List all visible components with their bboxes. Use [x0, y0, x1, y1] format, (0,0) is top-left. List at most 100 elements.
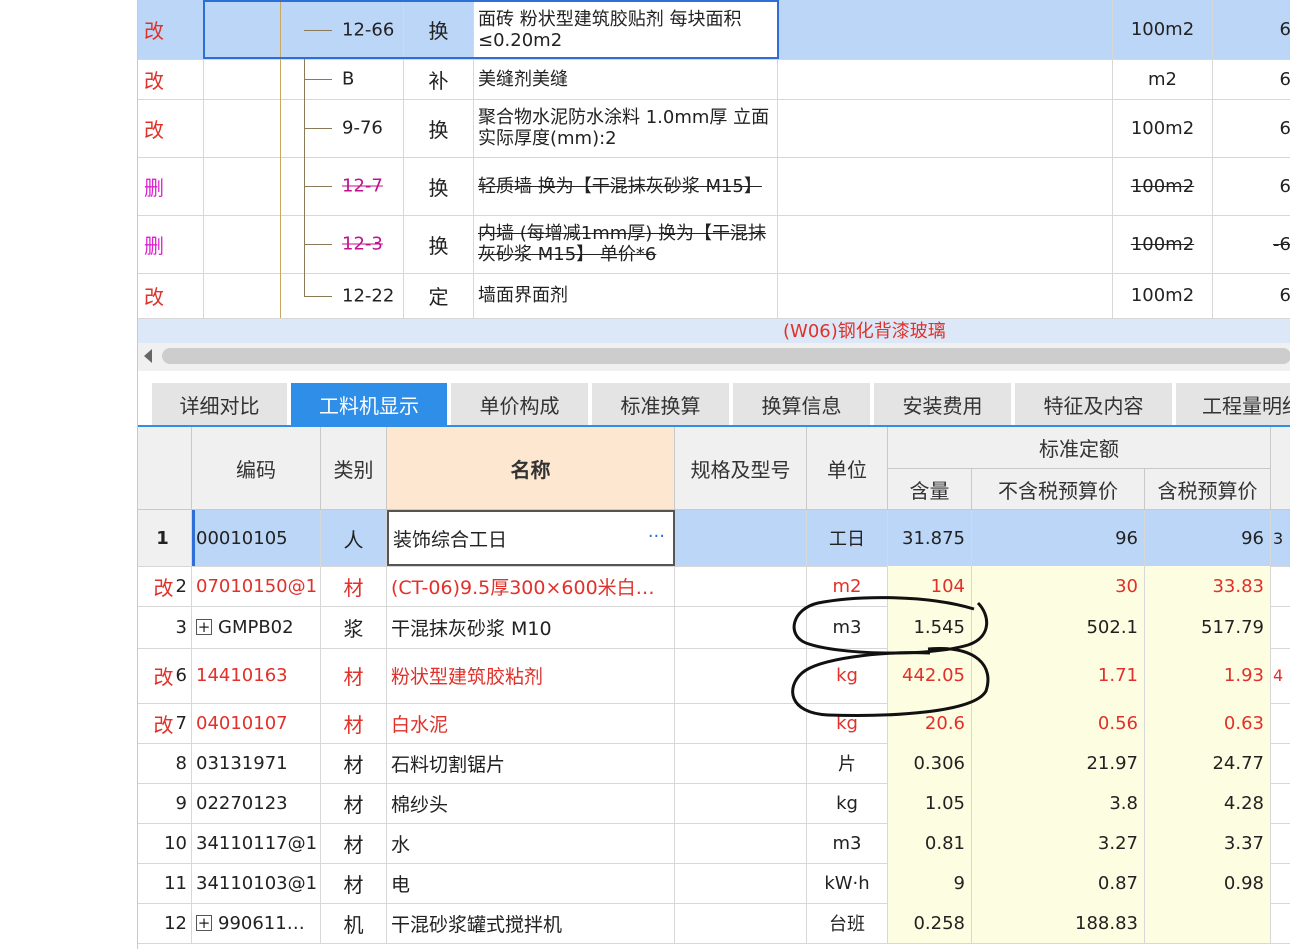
price-incl-cell[interactable]: 0.98	[1145, 863, 1271, 903]
price-incl-cell[interactable]: 3.37	[1145, 823, 1271, 863]
price-excl-cell[interactable]: 0.87	[972, 863, 1145, 903]
tab-standard-conversion[interactable]: 标准换算	[592, 383, 730, 425]
table-row[interactable]: 9 02270123 材 棉纱头 kg 1.05 3.8 4.28	[138, 783, 1290, 824]
category-cell[interactable]: 机	[321, 903, 387, 943]
scroll-left-arrow-icon[interactable]	[144, 349, 152, 363]
category-cell[interactable]: 材	[321, 823, 387, 863]
section-header-row[interactable]: (W06)钢化背漆玻璃	[138, 318, 1290, 343]
category-cell[interactable]: 材	[321, 863, 387, 903]
expression-cell[interactable]	[778, 273, 1113, 318]
horizontal-scrollbar[interactable]	[138, 343, 1290, 372]
qty-cell[interactable]: 9	[888, 863, 972, 903]
qty-cell[interactable]: 0.81	[888, 823, 972, 863]
table-row[interactable]: 1 00010105 人 装饰综合工日 ··· 工日 31.875 96 96 …	[138, 510, 1290, 567]
code-cell[interactable]: 14410163	[192, 648, 321, 703]
quota-row[interactable]: 改 9-76 换 聚合物水泥防水涂料 1.0mm厚 立面 实际厚度(mm):2 …	[138, 99, 1290, 158]
category-cell[interactable]: 材	[321, 743, 387, 783]
price-excl-cell[interactable]: 3.27	[972, 823, 1145, 863]
table-row[interactable]: 改6 14410163 材 粉状型建筑胶粘剂 kg 442.05 1.71 1.…	[138, 648, 1290, 704]
name-cell[interactable]: 棉纱头	[387, 783, 675, 823]
expression-cell[interactable]	[778, 99, 1113, 157]
category-cell[interactable]: 材	[321, 648, 387, 703]
category-cell[interactable]: 人	[321, 510, 387, 566]
code-cell[interactable]: B	[204, 59, 404, 99]
name-cell[interactable]: (CT-06)9.5厚300×600米白…	[387, 566, 675, 606]
tab-conversion-info[interactable]: 换算信息	[733, 383, 871, 425]
code-cell[interactable]: 34110117@1	[192, 823, 321, 863]
price-excl-cell[interactable]: 96	[972, 510, 1145, 566]
code-cell[interactable]: 12-66	[204, 0, 404, 59]
code-cell[interactable]: + GMPB02	[192, 606, 321, 648]
expression-cell[interactable]	[778, 59, 1113, 99]
code-cell[interactable]: 00010105	[192, 510, 321, 566]
unit-cell[interactable]: m3	[807, 823, 888, 863]
code-cell[interactable]: 04010107	[192, 703, 321, 743]
header-name[interactable]: 名称	[387, 427, 675, 509]
table-row[interactable]: 改7 04010107 材 白水泥 kg 20.6 0.56 0.63	[138, 703, 1290, 744]
name-cell[interactable]: 美缝剂美缝	[474, 59, 778, 99]
spec-cell[interactable]	[675, 823, 807, 863]
unit-cell[interactable]: 工日	[807, 510, 888, 566]
price-incl-cell[interactable]: 1.93	[1145, 648, 1271, 703]
unit-cell[interactable]: 片	[807, 743, 888, 783]
price-excl-cell[interactable]: 188.83	[972, 903, 1145, 943]
price-incl-cell[interactable]: 0.63	[1145, 703, 1271, 743]
table-row[interactable]: 10 34110117@1 材 水 m3 0.81 3.27 3.37	[138, 823, 1290, 864]
price-excl-cell[interactable]: 3.8	[972, 783, 1145, 823]
table-row[interactable]: 11 34110103@1 材 电 kW·h 9 0.87 0.98	[138, 863, 1290, 904]
unit-cell[interactable]: kW·h	[807, 863, 888, 903]
spec-cell[interactable]	[675, 903, 807, 943]
code-cell[interactable]: 12-7	[204, 157, 404, 215]
category-cell[interactable]: 材	[321, 566, 387, 606]
qty-cell[interactable]: 0.306	[888, 743, 972, 783]
code-cell[interactable]: 12-22	[204, 273, 404, 318]
quota-row-deleted[interactable]: 删 12-7 换 轻质墙 换为【干混抹灰砂浆 M15】 100m2 6	[138, 157, 1290, 216]
tab-quantity-detail[interactable]: 工程量明细	[1176, 383, 1290, 425]
name-cell[interactable]: 粉状型建筑胶粘剂	[387, 648, 675, 703]
name-cell[interactable]: 水	[387, 823, 675, 863]
unit-cell[interactable]: kg	[807, 783, 888, 823]
name-cell[interactable]: 白水泥	[387, 703, 675, 743]
scrollbar-thumb[interactable]	[162, 348, 1290, 364]
quota-row[interactable]: 改 12-66 换 面砖 粉状型建筑胶贴剂 每块面积 ≤0.20m2 100m2…	[138, 0, 1290, 60]
quota-row[interactable]: 改 12-22 定 墙面界面剂 100m2 6	[138, 273, 1290, 319]
spec-cell[interactable]	[675, 863, 807, 903]
tab-install-cost[interactable]: 安装费用	[874, 383, 1012, 425]
tab-detail-compare[interactable]: 详细对比	[152, 383, 288, 425]
expand-icon[interactable]: +	[196, 619, 212, 635]
expression-cell[interactable]	[778, 157, 1113, 215]
quota-row-deleted[interactable]: 删 12-3 换 内墙 (每增减1mm厚) 换为【干混抹灰砂浆 M15】 单价*…	[138, 215, 1290, 274]
code-cell[interactable]: 34110103@1	[192, 863, 321, 903]
name-cell[interactable]: 干混抹灰砂浆 M10	[387, 606, 675, 648]
code-cell[interactable]: +990611…	[192, 903, 321, 943]
name-cell[interactable]: 内墙 (每增减1mm厚) 换为【干混抹灰砂浆 M15】 单价*6	[474, 215, 778, 273]
tab-labor-material-machine[interactable]: 工料机显示	[291, 383, 448, 425]
expression-cell[interactable]	[778, 215, 1113, 273]
header-spec[interactable]: 规格及型号	[675, 427, 807, 509]
header-price-excl-tax[interactable]: 不含税预算价	[972, 468, 1145, 509]
category-cell[interactable]: 材	[321, 783, 387, 823]
category-cell[interactable]: 材	[321, 703, 387, 743]
qty-cell[interactable]: 0.258	[888, 903, 972, 943]
code-cell[interactable]: 9-76	[204, 99, 404, 157]
name-cell[interactable]: 干混砂浆罐式搅拌机	[387, 903, 675, 943]
expand-icon[interactable]: +	[196, 915, 212, 931]
name-cell[interactable]: 轻质墙 换为【干混抹灰砂浆 M15】	[474, 157, 778, 215]
header-category[interactable]: 类别	[321, 427, 387, 509]
spec-cell[interactable]	[675, 510, 807, 566]
tab-unit-price-composition[interactable]: 单价构成	[451, 383, 589, 425]
name-cell[interactable]: 电	[387, 863, 675, 903]
table-row[interactable]: 改2 07010150@1 材 (CT-06)9.5厚300×600米白… m2…	[138, 566, 1290, 607]
code-cell[interactable]: 12-3	[204, 215, 404, 273]
name-cell[interactable]: 石料切割锯片	[387, 743, 675, 783]
unit-cell[interactable]: 台班	[807, 903, 888, 943]
price-incl-cell[interactable]: 517.79	[1145, 606, 1271, 648]
name-cell[interactable]: 墙面界面剂	[474, 273, 778, 318]
table-row[interactable]: 12 +990611… 机 干混砂浆罐式搅拌机 台班 0.258 188.83	[138, 903, 1290, 944]
spec-cell[interactable]	[675, 783, 807, 823]
code-cell[interactable]: 07010150@1	[192, 566, 321, 606]
name-cell[interactable]: 聚合物水泥防水涂料 1.0mm厚 立面 实际厚度(mm):2	[474, 99, 778, 157]
quota-row[interactable]: 改 B 补 美缝剂美缝 m2 6	[138, 59, 1290, 100]
code-cell[interactable]: 02270123	[192, 783, 321, 823]
header-unit[interactable]: 单位	[807, 427, 888, 509]
